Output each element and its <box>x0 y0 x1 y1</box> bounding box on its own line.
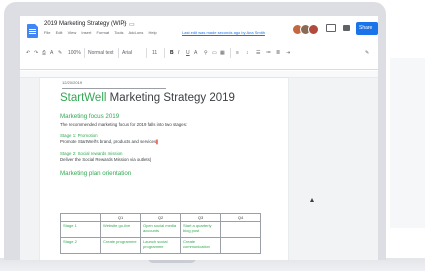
spellcheck-icon[interactable]: A <box>50 49 53 57</box>
numbered-list-icon[interactable]: ≣ <box>276 49 280 57</box>
heading-text: Marketing Strategy 2019 <box>109 92 235 104</box>
undo-icon[interactable]: ↶ <box>26 49 30 57</box>
text-cursor: | <box>149 157 151 162</box>
font-select[interactable]: Arial <box>122 49 132 57</box>
mouse-pointer-icon <box>310 198 314 202</box>
indent-icon[interactable]: ⇥ <box>286 49 290 57</box>
marketing-plan-table[interactable]: Q1 Q2 Q3 Q4 Stage 1 Website go-live Open… <box>60 213 261 254</box>
document-date: 12/20/2019 <box>62 80 83 85</box>
toolbar-divider <box>118 48 119 58</box>
italic-icon[interactable]: I <box>178 49 179 57</box>
background-panel <box>390 58 425 228</box>
star-icon[interactable]: ☆ ▭ <box>122 21 135 28</box>
table-row: Stage 2 Create programme Launch social p… <box>60 237 261 254</box>
table-header-cell[interactable] <box>60 213 101 222</box>
checklist-icon[interactable]: ☰ <box>256 49 260 57</box>
toolbar-divider <box>164 48 165 58</box>
table-row: Stage 1 Website go-live Open social medi… <box>60 221 261 238</box>
editing-mode-icon[interactable]: ✎ <box>365 49 369 57</box>
avatar[interactable] <box>308 24 319 35</box>
menu-insert[interactable]: Insert <box>81 30 91 35</box>
toolbar-divider <box>84 48 85 58</box>
table-cell[interactable]: Stage 1 <box>60 221 101 238</box>
toolbar-divider <box>146 48 147 58</box>
menu-format[interactable]: Format <box>96 30 109 35</box>
stage1-label: Stage 1: Promotion <box>60 133 98 138</box>
stage2-text: Deliver the Social Rewards Mission via o… <box>60 157 151 162</box>
line-spacing-icon[interactable]: ↕ <box>246 49 249 57</box>
table-header-cell[interactable]: Q2 <box>140 213 181 222</box>
docs-header: 2019 Marketing Strategy (WIP) ☆ ▭ File E… <box>20 16 378 70</box>
plan-heading: Marketing plan orientation <box>60 170 132 177</box>
document-page[interactable]: 12/20/2019 StartWell Marketing Strategy … <box>40 78 288 260</box>
brand-name: StartWell <box>60 92 107 104</box>
table-cell[interactable]: Start a quarterly blog post <box>180 221 221 238</box>
menu-edit[interactable]: Edit <box>56 30 63 35</box>
link-icon[interactable]: ⚲ <box>204 49 208 57</box>
menu-addons[interactable]: Add-ons <box>128 30 143 35</box>
font-size-select[interactable]: 11 <box>152 49 157 57</box>
docs-logo-icon[interactable] <box>27 24 38 38</box>
zoom-select[interactable]: 100% <box>68 49 81 57</box>
menu-tools[interactable]: Tools <box>114 30 123 35</box>
bold-icon[interactable]: B <box>170 49 174 57</box>
table-cell[interactable]: Create programme <box>100 237 141 254</box>
section-heading: Marketing focus 2019 <box>60 113 120 120</box>
comment-add-icon[interactable]: ▭ <box>212 49 217 57</box>
collaborator-cursor: ▌ <box>156 139 160 144</box>
focus-text: The recommended marketing focus for 2019… <box>60 122 188 127</box>
menu-file[interactable]: File <box>44 30 50 35</box>
stage1-text: Promote StartWell's brand, products and … <box>60 139 159 144</box>
document-canvas: 12/20/2019 StartWell Marketing Strategy … <box>20 78 378 260</box>
table-cell[interactable]: Open social media accounts <box>140 221 181 238</box>
table-header-cell[interactable]: Q1 <box>100 213 141 222</box>
table-cell[interactable] <box>220 221 261 238</box>
table-cell[interactable]: Stage 2 <box>60 237 101 254</box>
table-cell[interactable]: Create communication <box>180 237 221 254</box>
document-title[interactable]: 2019 Marketing Strategy (WIP) <box>44 21 126 27</box>
print-icon[interactable]: ⎙ <box>42 49 46 57</box>
menu-bar: File Edit View Insert Format Tools Add-o… <box>44 30 161 35</box>
bulleted-list-icon[interactable]: ≔ <box>266 49 271 57</box>
last-edit-link[interactable]: Last edit was made seconds ago by Ana Sm… <box>182 30 265 35</box>
comment-icon[interactable] <box>326 24 336 32</box>
table-header-cell[interactable]: Q4 <box>220 213 261 222</box>
menu-help[interactable]: Help <box>148 30 156 35</box>
menu-view[interactable]: View <box>68 30 77 35</box>
paint-format-icon[interactable]: ✎ <box>58 49 62 57</box>
lock-icon <box>343 25 350 31</box>
table-header-row: Q1 Q2 Q3 Q4 <box>60 213 261 222</box>
toolbar-divider <box>230 48 231 58</box>
style-select[interactable]: Normal text <box>88 49 114 57</box>
redo-icon[interactable]: ↷ <box>34 49 38 57</box>
align-icon[interactable]: ≡ <box>236 49 239 57</box>
table-cell[interactable]: Launch social programme <box>140 237 181 254</box>
table-cell[interactable] <box>220 237 261 254</box>
table-header-cell[interactable]: Q3 <box>180 213 221 222</box>
laptop-bezel: 2019 Marketing Strategy (WIP) ☆ ▭ File E… <box>4 2 386 260</box>
text-color-icon[interactable]: A <box>194 49 197 57</box>
document-heading: StartWell Marketing Strategy 2019 <box>60 92 235 104</box>
stage1-text-content: Promote StartWell's brand, products and … <box>60 139 157 144</box>
underline-icon[interactable]: U <box>186 49 190 57</box>
stage2-label: Stage 2: Social rewards mission <box>60 151 123 156</box>
collaborator-avatars <box>292 24 320 35</box>
share-button[interactable]: Share <box>356 22 378 35</box>
formatting-toolbar: ↶ ↷ ⎙ A ✎ 100% Normal text Arial 11 B I … <box>20 46 378 62</box>
ruler[interactable] <box>20 71 378 78</box>
laptop-screen: 2019 Marketing Strategy (WIP) ☆ ▭ File E… <box>20 16 378 260</box>
laptop-scene: 2019 Marketing Strategy (WIP) ☆ ▭ File E… <box>0 0 425 271</box>
image-icon[interactable]: ▦ <box>220 49 225 57</box>
table-cell[interactable]: Website go-live <box>100 221 141 238</box>
stage2-text-content: Deliver the Social Rewards Mission via o… <box>60 157 150 162</box>
divider <box>62 88 166 89</box>
